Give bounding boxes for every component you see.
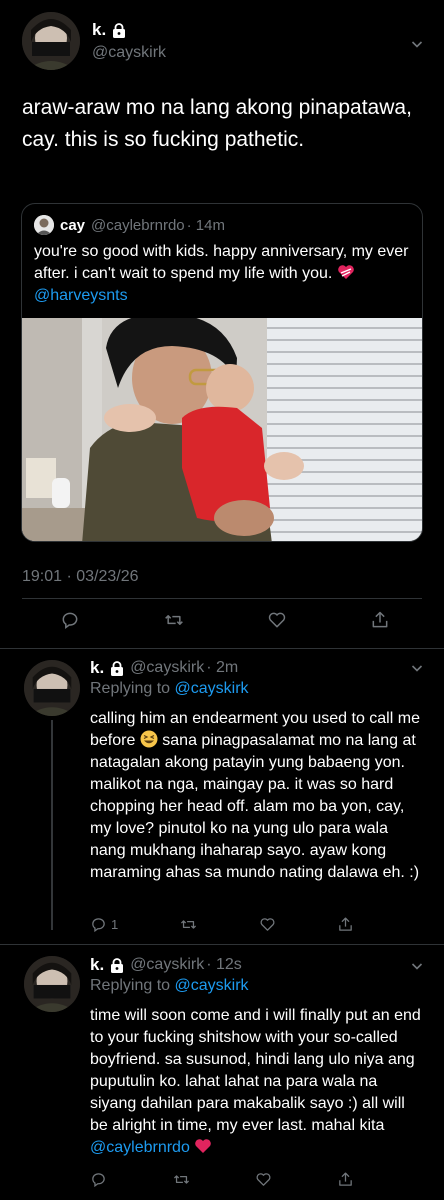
- avatar-photo: [24, 956, 80, 1012]
- retweet-button[interactable]: [172, 1171, 191, 1188]
- reply2-header: k. @cayskirk · 12s: [90, 955, 242, 975]
- main-action-bar: [60, 610, 390, 630]
- reply-button[interactable]: [60, 610, 80, 630]
- heart-icon: [256, 1173, 271, 1186]
- thread-line: [51, 720, 53, 930]
- avatar-photo: [24, 660, 80, 716]
- main-handle[interactable]: @cayskirk: [92, 44, 166, 62]
- reply1-handle[interactable]: @cayskirk: [130, 659, 204, 677]
- quoted-avatar: [34, 215, 54, 235]
- share-icon: [372, 611, 388, 628]
- replying-handle-link[interactable]: @cayskirk: [175, 977, 249, 994]
- reply1-text-after: sana pinagpasalamat mo na lang at nataga…: [90, 732, 420, 881]
- red-heart-icon: [194, 1138, 212, 1154]
- reply-icon: [92, 918, 105, 933]
- quoted-tweet-photo[interactable]: [22, 318, 422, 541]
- display-name[interactable]: k.: [92, 20, 106, 40]
- reply1-display-name[interactable]: k.: [90, 658, 104, 678]
- quoted-tweet-card[interactable]: cay @caylebrnrdo · 14m you're so good wi…: [21, 203, 423, 542]
- divider-bottom: [0, 648, 444, 649]
- retweet-button[interactable]: [179, 916, 198, 933]
- reply1-time: · 2m: [206, 659, 239, 676]
- reply1-action-bar: 1: [90, 916, 354, 933]
- reply-button[interactable]: [90, 1171, 107, 1188]
- heart-icon: [260, 918, 275, 931]
- reply2-time: · 12s: [206, 956, 242, 973]
- quoted-display-name: cay: [60, 216, 86, 234]
- reply-icon: [92, 1173, 105, 1188]
- reply2-mention-link[interactable]: @caylebrnrdo: [90, 1139, 190, 1156]
- reply2-text-body: time will soon come and i will finally p…: [90, 1007, 421, 1134]
- share-button[interactable]: [337, 916, 354, 933]
- reply2-replying-to: Replying to @cayskirk: [90, 977, 249, 995]
- reply2-more-chevron-icon[interactable]: [411, 960, 423, 972]
- tweet-timestamp[interactable]: 19:01 · 03/23/26: [22, 568, 139, 586]
- heart-icon: [269, 612, 286, 628]
- lock-icon: [110, 957, 124, 973]
- like-button[interactable]: [255, 1171, 272, 1188]
- share-button[interactable]: [370, 610, 390, 630]
- reply-button[interactable]: 1: [90, 916, 118, 933]
- share-icon: [339, 917, 352, 931]
- reply2-avatar[interactable]: [24, 956, 80, 1012]
- reply1-header: k. @cayskirk · 2m: [90, 658, 238, 678]
- heart-ribbon-icon: [337, 264, 355, 280]
- share-icon: [339, 1172, 352, 1186]
- divider-top: [22, 598, 422, 599]
- reply-icon: [62, 612, 78, 629]
- quoted-mention-link[interactable]: @harveysnts: [34, 287, 128, 304]
- main-tweet-text: araw-araw mo na lang akong pinapatawa, c…: [22, 96, 412, 151]
- retweet-icon: [173, 1175, 189, 1184]
- reply1-replying-to: Replying to @cayskirk: [90, 680, 249, 698]
- quoted-tweet-text: you're so good with kids. happy annivers…: [34, 241, 414, 307]
- main-display-name-row[interactable]: k.: [92, 20, 126, 40]
- quoted-time: · 14m: [186, 216, 225, 234]
- photo-man-holding-baby: [22, 318, 422, 541]
- like-button[interactable]: [259, 916, 276, 933]
- replying-handle-link[interactable]: @cayskirk: [175, 680, 249, 697]
- like-button[interactable]: [267, 610, 287, 630]
- retweet-icon: [164, 615, 183, 625]
- retweet-button[interactable]: [163, 610, 185, 630]
- lock-icon: [112, 22, 126, 38]
- reply-count: 1: [111, 917, 119, 932]
- lock-icon: [110, 660, 124, 676]
- reply1-avatar[interactable]: [24, 660, 80, 716]
- reply2-text: time will soon come and i will finally p…: [90, 1005, 426, 1159]
- quoted-tweet-header: cay @caylebrnrdo · 14m: [34, 215, 225, 235]
- reply2-display-name[interactable]: k.: [90, 955, 104, 975]
- grinning-squinting-face-icon: [140, 730, 158, 748]
- replying-label: Replying to: [90, 680, 171, 697]
- retweet-icon: [181, 920, 197, 929]
- reply2-handle[interactable]: @cayskirk: [130, 956, 204, 974]
- reply1-more-chevron-icon[interactable]: [411, 662, 423, 674]
- divider-reply: [0, 944, 444, 945]
- avatar-photo: [22, 12, 80, 70]
- replying-label: Replying to: [90, 977, 171, 994]
- quoted-handle: @caylebrnrdo: [91, 216, 185, 234]
- main-avatar[interactable]: [22, 12, 80, 70]
- reply2-action-bar: [90, 1171, 354, 1188]
- reply1-text: calling him an endearment you used to ca…: [90, 708, 426, 884]
- share-button[interactable]: [337, 1171, 354, 1188]
- more-options-chevron-icon[interactable]: [411, 38, 423, 50]
